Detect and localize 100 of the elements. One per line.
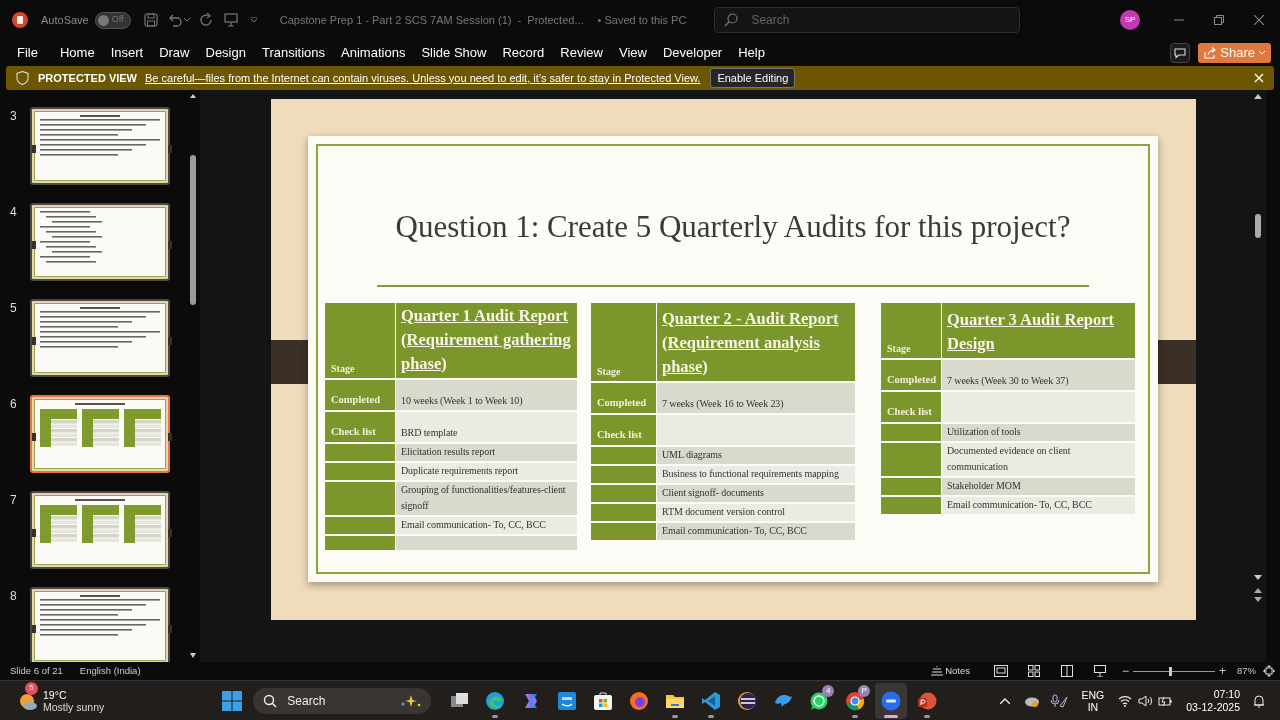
browser-icon — [485, 690, 506, 711]
slide-number: 7 — [9, 492, 18, 509]
notification-bell-icon[interactable] — [1252, 693, 1266, 708]
presentation-icon[interactable] — [223, 13, 238, 27]
comments-icon[interactable] — [1170, 43, 1191, 63]
menu-tab[interactable]: Home — [59, 43, 95, 63]
text-lines-drawing — [40, 211, 102, 263]
slide-sorter-icon[interactable] — [1027, 665, 1040, 677]
slide-thumbnail[interactable] — [30, 299, 170, 377]
slide-thumbnail[interactable] — [30, 107, 170, 185]
save-status: • Saved to this PC — [597, 12, 687, 28]
table-cell-text: RTM document version control — [662, 504, 785, 519]
notes-button[interactable]: Notes — [931, 663, 970, 679]
chevron-up-icon[interactable] — [999, 697, 1010, 704]
table-cell-text: Client signoff- documents — [662, 485, 764, 500]
menu-tab[interactable]: File — [17, 43, 38, 63]
video-app-icon — [557, 690, 578, 711]
menu-tab[interactable]: Record — [502, 43, 545, 63]
slide-thumbnail[interactable] — [30, 395, 170, 473]
menu-tab[interactable]: Design — [205, 43, 246, 63]
share-icon — [1204, 47, 1217, 59]
table-cell-text: Stage — [887, 341, 911, 356]
avatar[interactable]: SP — [1120, 10, 1140, 30]
zoom-in-button[interactable]: + — [1218, 662, 1226, 680]
taskbar-search-field[interactable]: Search — [253, 687, 432, 714]
language-indicator[interactable]: ENG IN — [1081, 688, 1105, 713]
fit-slide-icon[interactable] — [1263, 665, 1275, 677]
table-cell-text: UML diagrams — [662, 447, 722, 462]
zoom-thumb[interactable] — [1168, 666, 1172, 676]
notification-badge: 4 — [822, 684, 835, 697]
weather-temperature[interactable]: 19°C — [43, 688, 105, 701]
slide-number: 8 — [9, 588, 18, 605]
menu-tab[interactable]: Slide Show — [421, 43, 487, 63]
microphone-icon[interactable] — [1049, 693, 1068, 708]
table-cell-text: Utilization of tools — [947, 424, 1021, 439]
table-cell — [325, 516, 395, 534]
zoom-slider[interactable] — [1132, 666, 1215, 676]
table-cell-text: Duplicate requirements report — [401, 463, 519, 478]
wifi-icon[interactable] — [1118, 694, 1133, 707]
protected-view-link[interactable]: Be careful—files from the Internet can contain viruses. Unless you need to edit, it’s safer to stay in Protected View. — [145, 69, 701, 87]
enable-editing-button[interactable]: Enable Editing — [710, 68, 796, 88]
app-logo-icon — [12, 12, 28, 28]
clock[interactable]: 07:10 03-12-2025 — [1186, 687, 1240, 714]
table-cell-text: Check list — [597, 427, 642, 442]
menu-tab[interactable]: Help — [738, 43, 765, 63]
table-cell — [591, 503, 656, 521]
slideshow-icon[interactable] — [1093, 665, 1106, 677]
menu-tab[interactable]: Draw — [159, 43, 190, 63]
title-line-drawing — [80, 307, 120, 309]
table-cell — [325, 443, 395, 461]
table-cell — [591, 522, 656, 540]
battery-icon[interactable] — [1158, 694, 1173, 707]
protected-view-label: PROTECTED VIEW — [38, 70, 137, 86]
table-cell-text: Check list — [331, 424, 376, 439]
document-title: Capstone Prep 1 - Part 2 SCS 7AM Session (1) - Protected... — [279, 12, 584, 28]
table-cell-text: Email communication- To, CC, BCC — [401, 517, 546, 532]
menu-tab[interactable]: Review — [560, 43, 603, 63]
volume-icon[interactable] — [1138, 694, 1153, 707]
zoom-level[interactable]: 87% — [1237, 663, 1256, 679]
undo-icon[interactable] — [167, 13, 182, 27]
notification-badge: P — [858, 684, 871, 697]
browser-icon — [845, 690, 866, 711]
slide-thumbnail[interactable] — [30, 587, 170, 662]
slide-number: 4 — [9, 204, 18, 221]
save-icon[interactable] — [143, 13, 158, 27]
autosave-label: AutoSave — [41, 12, 89, 28]
table-cell-text: 7 weeks (Week 30 to Week 37) — [947, 373, 1069, 388]
table-cell-text: Check list — [887, 404, 932, 419]
taskbar-app-button[interactable] — [875, 682, 908, 719]
caret-icon[interactable] — [183, 18, 190, 22]
table-cell — [325, 481, 395, 515]
close-icon[interactable] — [1254, 15, 1264, 25]
reading-view-icon[interactable] — [1060, 665, 1073, 677]
table-cell-text: Stage — [597, 364, 621, 379]
menu-tab[interactable]: Insert — [110, 43, 144, 63]
search-field[interactable]: Search — [714, 7, 1021, 33]
zoom-out-button[interactable]: − — [1121, 662, 1129, 680]
menu-tab[interactable]: Developer — [662, 43, 723, 63]
title-line-drawing — [75, 499, 125, 501]
video-call-icon — [881, 690, 902, 711]
weather-condition[interactable]: Mostly sunny — [43, 700, 105, 713]
table-cell-text: Documented evidence on client communication — [947, 443, 1072, 474]
table-cell — [325, 535, 395, 550]
code-editor-icon — [701, 690, 722, 711]
slide-thumbnail[interactable] — [30, 491, 170, 569]
start-icon[interactable] — [222, 690, 243, 711]
notes-icon — [931, 666, 944, 676]
normal-view-icon[interactable] — [993, 665, 1008, 677]
search-icon — [724, 13, 739, 27]
table-cell — [881, 423, 941, 441]
menu-tab[interactable]: View — [619, 43, 647, 63]
customize-caret-icon[interactable] — [249, 17, 258, 23]
slide-title: Question 1: Create 5 Quarterly Audits for this project? — [395, 208, 1071, 246]
menu-tab[interactable]: Transitions — [261, 43, 326, 63]
redo-icon[interactable] — [199, 13, 214, 27]
table-cell-text: 7 weeks (Week 16 to Week 23) — [662, 396, 784, 411]
restore-icon[interactable] — [1214, 15, 1224, 25]
menu-tab[interactable]: Animations — [341, 43, 406, 63]
slide-thumbnail[interactable] — [30, 203, 170, 281]
title-line-drawing — [80, 115, 120, 117]
